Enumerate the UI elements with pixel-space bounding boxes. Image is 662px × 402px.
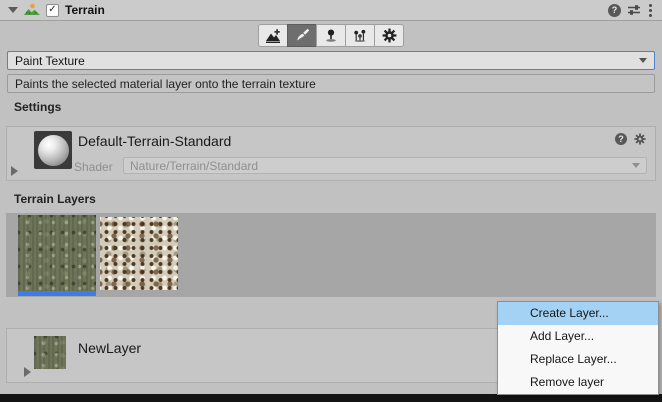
mountain-plus-icon: [265, 28, 281, 44]
material-preview[interactable]: [34, 131, 72, 169]
material-name: Default-Terrain-Standard: [78, 133, 231, 149]
bottom-panel-divider: [0, 394, 662, 402]
shader-value: Nature/Terrain/Standard: [130, 159, 258, 173]
tool-create-neighbor-button[interactable]: [258, 24, 288, 47]
material-sphere-thumbnail: [38, 135, 69, 166]
brush-icon: [294, 28, 310, 44]
material-foldout-icon[interactable]: [11, 166, 18, 176]
tree-icon: [323, 28, 339, 44]
terrain-inspector: ✓ Terrain ?: [0, 0, 662, 402]
terrain-layer-gravel[interactable]: [100, 217, 178, 290]
terrain-icon: [24, 3, 40, 17]
foldout-expanded-icon[interactable]: [8, 7, 18, 13]
terrain-toolbar: [0, 24, 662, 47]
tool-mode-dropdown[interactable]: Paint Texture: [7, 51, 655, 70]
menu-item-replace-layer[interactable]: Replace Layer...: [498, 348, 658, 371]
tool-paint-trees-button[interactable]: [316, 24, 346, 47]
shader-dropdown: Nature/Terrain/Standard: [123, 157, 647, 174]
new-layer-thumbnail[interactable]: [34, 336, 66, 369]
gravel-texture-thumbnail: [100, 217, 178, 290]
chevron-down-icon: [639, 58, 647, 63]
terrain-layers-heading: Terrain Layers: [14, 192, 96, 206]
terrain-material-panel: Default-Terrain-Standard Shader Nature/T…: [6, 126, 656, 181]
material-help-icon[interactable]: ?: [615, 133, 627, 145]
tool-terrain-settings-button[interactable]: [374, 24, 404, 47]
presets-icon[interactable]: [627, 4, 641, 16]
chevron-down-icon: [632, 163, 640, 168]
tool-paint-details-button[interactable]: [345, 24, 375, 47]
grass-texture-thumbnail: [18, 215, 96, 291]
terrain-layers-panel[interactable]: [6, 213, 656, 297]
tool-mode-value: Paint Texture: [15, 54, 85, 68]
new-layer-foldout-icon[interactable]: [24, 367, 31, 377]
tool-paint-texture-button[interactable]: [287, 24, 317, 47]
settings-heading: Settings: [14, 100, 61, 114]
terrain-layer-grass-selected[interactable]: [18, 215, 96, 296]
enabled-checkbox[interactable]: ✓: [46, 4, 59, 17]
menu-item-create-layer[interactable]: Create Layer...: [498, 302, 658, 325]
layer-selection-bar: [18, 291, 96, 296]
gear-icon: [382, 28, 397, 43]
details-icon: [352, 28, 368, 44]
tool-description-box: Paints the selected material layer onto …: [7, 74, 655, 93]
more-menu-icon[interactable]: [647, 4, 654, 17]
shader-label: Shader: [74, 160, 113, 174]
tool-description-text: Paints the selected material layer onto …: [15, 77, 316, 91]
layer-context-menu: Create Layer... Add Layer... Replace Lay…: [497, 301, 659, 395]
inspector-header: ✓ Terrain ?: [0, 0, 662, 21]
menu-item-add-layer[interactable]: Add Layer...: [498, 325, 658, 348]
menu-item-remove-layer[interactable]: Remove layer: [498, 371, 658, 394]
help-icon[interactable]: ?: [608, 4, 621, 17]
new-layer-name: NewLayer: [78, 340, 141, 356]
material-gear-icon[interactable]: [634, 133, 646, 145]
component-title: Terrain: [65, 3, 105, 17]
